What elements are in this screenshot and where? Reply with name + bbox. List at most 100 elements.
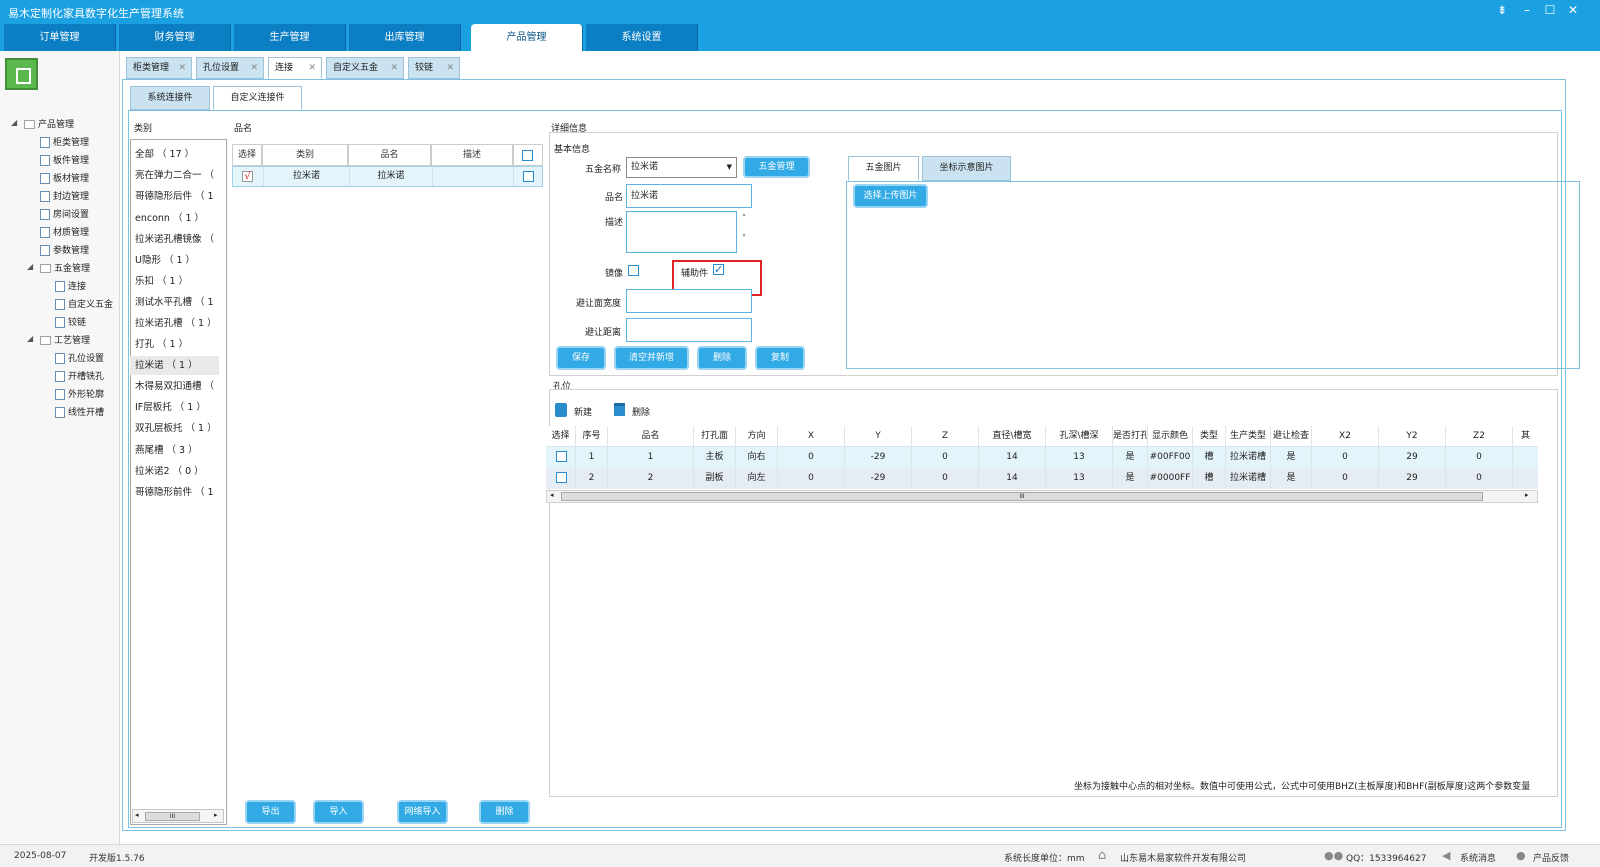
tab-hw-image[interactable]: 五金图片 xyxy=(848,156,919,181)
category-hscrollbar[interactable]: ◂ III ▸ xyxy=(132,809,224,823)
category-item[interactable]: 拉米诺2 （ 0 ） xyxy=(135,463,221,477)
tree-item-edge[interactable]: 封边管理 xyxy=(40,189,89,202)
nav-tab-production[interactable]: 生产管理 xyxy=(234,24,346,51)
avoid-width-input[interactable] xyxy=(626,289,752,313)
doc-tab-cabinet[interactable]: 柜类管理 ✕ xyxy=(126,57,192,79)
category-item[interactable]: enconn （ 1 ） xyxy=(135,210,221,224)
category-item[interactable]: 拉米诺孔槽 （ 1 ） xyxy=(135,315,221,329)
save-button[interactable]: 保存 xyxy=(556,346,606,370)
doc-tab-hole[interactable]: 孔位设置 ✕ xyxy=(196,57,264,79)
tree-hardware[interactable]: 五金管理 xyxy=(40,261,90,274)
avoid-distance-input[interactable] xyxy=(626,318,752,342)
category-item[interactable]: 打孔 （ 1 ） xyxy=(135,336,221,350)
hardware-mgmt-button[interactable]: 五金管理 xyxy=(743,156,810,178)
category-item[interactable]: 拉米诺孔槽镜像 （ xyxy=(135,231,221,245)
nav-tab-finance[interactable]: 财务管理 xyxy=(119,24,231,51)
tree-item-contour[interactable]: 外形轮廓 xyxy=(55,387,104,400)
doc-tab-hinge[interactable]: 铰链 ✕ xyxy=(408,57,460,79)
nav-tab-product[interactable]: 产品管理 xyxy=(471,24,583,51)
export-button[interactable]: 导出 xyxy=(245,800,296,824)
minimize-icon[interactable]: – xyxy=(1518,3,1536,17)
close-icon[interactable]: ✕ xyxy=(1564,3,1582,17)
scroll-left-icon[interactable]: ◂ xyxy=(550,491,554,499)
scroll-right-icon[interactable]: ▸ xyxy=(1525,491,1529,499)
category-item[interactable]: 亮在弹力二合一 （ xyxy=(135,167,221,181)
clear-new-button[interactable]: 清空并新增 xyxy=(614,346,689,370)
close-icon[interactable]: ✕ xyxy=(250,58,258,78)
tree-item-hinge[interactable]: 铰链 xyxy=(55,315,86,328)
close-icon[interactable]: ✕ xyxy=(308,58,316,78)
category-item[interactable]: 测试水平孔槽 （ 1 xyxy=(135,294,221,308)
collapse-icon[interactable]: ◢ xyxy=(11,118,17,127)
aux-checkbox[interactable]: ✓ xyxy=(713,264,724,275)
delete-button[interactable]: 删除 xyxy=(479,800,530,824)
category-item[interactable]: IF层板托 （ 1 ） xyxy=(135,399,221,413)
detail-delete-button[interactable]: 删除 xyxy=(697,346,747,370)
speaker-icon[interactable]: ◀ xyxy=(1442,849,1450,862)
hw-name-select[interactable]: 拉米诺 ▼ xyxy=(626,157,737,178)
tree-item-board[interactable]: 板材管理 xyxy=(40,171,89,184)
close-icon[interactable]: ✕ xyxy=(178,58,186,78)
category-item[interactable]: 全部 （ 17 ） xyxy=(135,146,221,160)
maximize-icon[interactable]: ☐ xyxy=(1541,3,1559,17)
copy-button[interactable]: 复制 xyxy=(755,346,805,370)
tab-custom-connectors[interactable]: 自定义连接件 xyxy=(213,86,302,110)
select-all-checkbox[interactable] xyxy=(522,150,533,161)
status-messages[interactable]: 系统消息 xyxy=(1460,851,1496,864)
row-checkbox[interactable] xyxy=(556,451,567,462)
mirror-checkbox[interactable] xyxy=(628,265,639,276)
tree-process[interactable]: 工艺管理 xyxy=(40,333,90,346)
delete-hole-button[interactable]: 删除 xyxy=(632,405,650,418)
scroll-thumb[interactable]: III xyxy=(145,812,200,821)
network-import-button[interactable]: 网络导入 xyxy=(397,800,448,824)
tree-item-connect[interactable]: 连接 xyxy=(55,279,86,292)
tab-system-connectors[interactable]: 系统连接件 xyxy=(130,86,210,110)
tree-item-panel[interactable]: 板件管理 xyxy=(40,153,89,166)
category-item-selected[interactable]: 拉米诺 （ 1 ） xyxy=(130,356,219,375)
collapse-icon[interactable]: ◢ xyxy=(27,262,33,271)
close-icon[interactable]: ✕ xyxy=(446,58,454,78)
category-item[interactable]: U隐形 （ 1 ） xyxy=(135,252,221,266)
table-row[interactable]: √ 拉米诺 拉米诺 xyxy=(232,166,543,187)
trash-icon[interactable] xyxy=(614,403,625,416)
nav-tab-shipping[interactable]: 出库管理 xyxy=(349,24,461,51)
scroll-thumb[interactable]: III xyxy=(561,492,1483,501)
tree-item-hole[interactable]: 孔位设置 xyxy=(55,351,104,364)
tree-item-custom-hw[interactable]: 自定义五金 xyxy=(55,297,113,310)
nav-tab-system[interactable]: 系统设置 xyxy=(586,24,698,51)
new-icon[interactable] xyxy=(555,403,567,417)
collapse-icon[interactable]: ◢ xyxy=(27,334,33,343)
import-button[interactable]: 导入 xyxy=(313,800,364,824)
feedback-icon[interactable]: ● xyxy=(1516,849,1526,862)
scroll-left-icon[interactable]: ◂ xyxy=(135,811,139,819)
row-checkbox[interactable] xyxy=(556,472,567,483)
status-feedback[interactable]: 产品反馈 xyxy=(1533,851,1569,864)
desc-textarea[interactable] xyxy=(626,211,737,253)
tree-item-cabinet[interactable]: 柜类管理 xyxy=(40,135,89,148)
upload-image-button[interactable]: 选择上传图片 xyxy=(853,184,928,208)
row-select-checkbox[interactable] xyxy=(523,171,534,182)
desc-scrollbar[interactable]: ▴ ▾ xyxy=(738,211,750,253)
category-item[interactable]: 双孔层板托 （ 1 ） xyxy=(135,420,221,434)
name-input[interactable]: 拉米诺 xyxy=(626,184,752,208)
doc-tab-custom-hw[interactable]: 自定义五金 ✕ xyxy=(326,57,404,79)
category-item[interactable]: 木得易双扣通槽 （ xyxy=(135,378,221,392)
row-checkbox[interactable]: √ xyxy=(242,171,253,182)
tree-product-mgmt[interactable]: 产品管理 xyxy=(24,117,74,130)
category-item[interactable]: 燕尾槽 （ 3 ） xyxy=(135,442,221,456)
close-icon[interactable]: ✕ xyxy=(390,58,398,78)
hole-row[interactable]: 1 1 主板 向右 0 -29 0 14 13 是 #00FF00 槽 拉米诺槽… xyxy=(546,447,1538,468)
tree-item-groove[interactable]: 开槽铣孔 xyxy=(55,369,104,382)
tree-item-linear[interactable]: 线性开槽 xyxy=(55,405,104,418)
category-item[interactable]: 哥德隐形前件 （ 1 xyxy=(135,484,221,498)
tree-item-room[interactable]: 房间设置 xyxy=(40,207,89,220)
tab-coord-image[interactable]: 坐标示意图片 xyxy=(922,156,1011,181)
scroll-right-icon[interactable]: ▸ xyxy=(214,811,218,819)
doc-tab-connect[interactable]: 连接 ✕ xyxy=(268,57,322,79)
tree-item-material[interactable]: 材质管理 xyxy=(40,225,89,238)
menu-down-icon[interactable]: ⇟ xyxy=(1493,3,1511,17)
new-hole-button[interactable]: 新建 xyxy=(574,405,592,418)
hole-row[interactable]: 2 2 副板 向左 0 -29 0 14 13 是 #0000FF 槽 拉米诺槽… xyxy=(546,468,1538,489)
nav-tab-orders[interactable]: 订单管理 xyxy=(4,24,116,51)
tree-item-params[interactable]: 参数管理 xyxy=(40,243,89,256)
